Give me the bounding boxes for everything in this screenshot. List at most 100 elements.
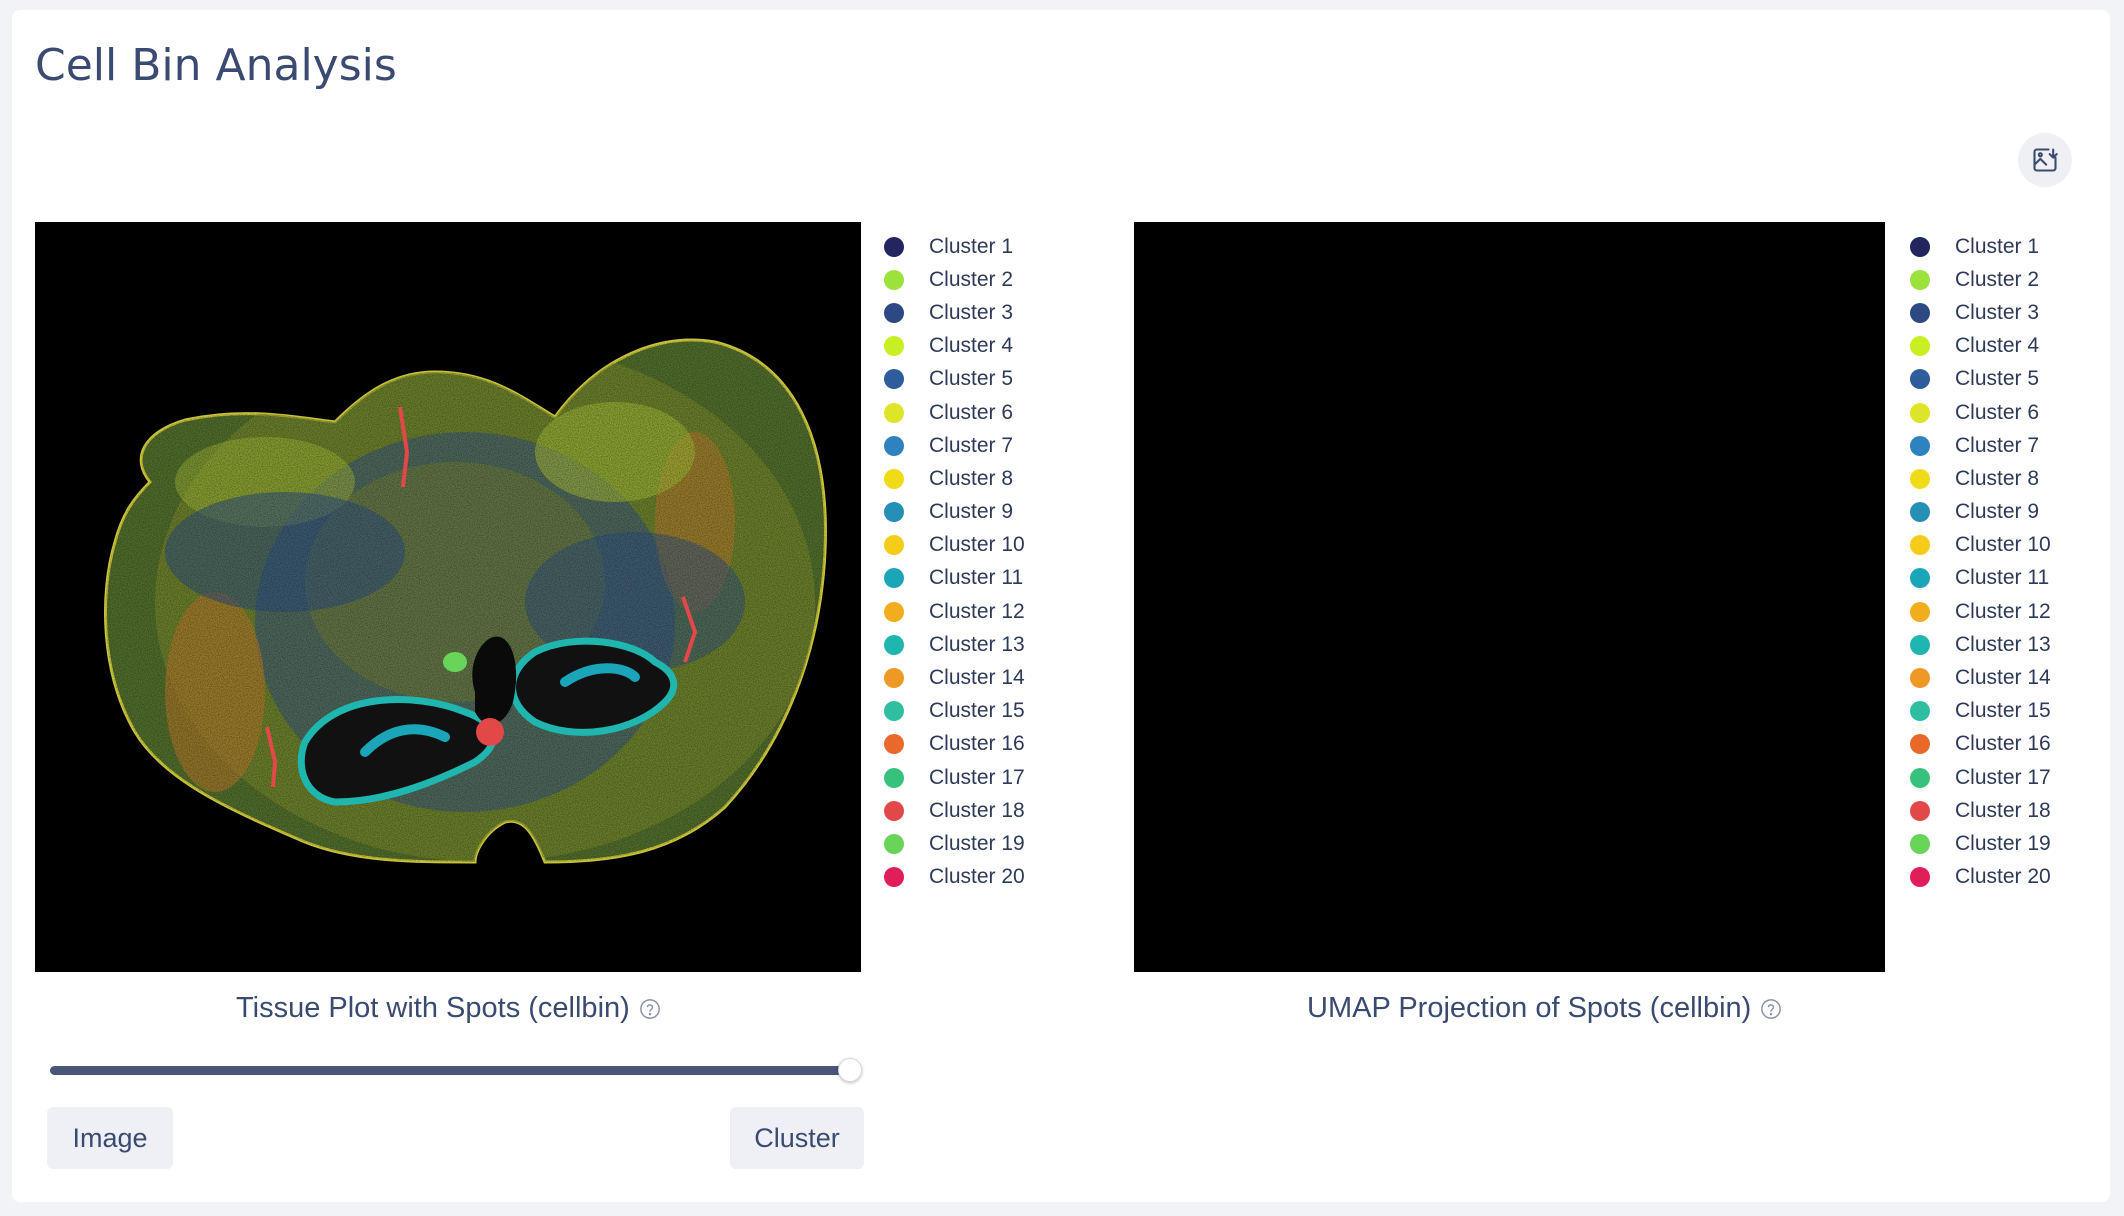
legend-label: Cluster 3 xyxy=(1955,300,2040,324)
cluster-button[interactable]: Cluster xyxy=(730,1107,864,1169)
legend-dot xyxy=(1910,833,1930,854)
legend-dot xyxy=(884,767,904,788)
legend-dot xyxy=(884,535,904,556)
legend-item[interactable]: Cluster 17 xyxy=(884,761,1025,794)
legend-label: Cluster 19 xyxy=(929,831,1025,855)
legend-item[interactable]: Cluster 18 xyxy=(884,794,1025,827)
legend-dot xyxy=(884,435,904,456)
legend-item[interactable]: Cluster 8 xyxy=(1910,462,2051,495)
legend-item[interactable]: Cluster 19 xyxy=(884,827,1025,860)
umap-plot[interactable] xyxy=(1134,222,1885,972)
legend-label: Cluster 9 xyxy=(1955,500,2040,524)
legend-label: Cluster 2 xyxy=(1955,267,2040,291)
umap-plot-title: UMAP Projection of Spots (cellbin) xyxy=(1307,992,1752,1024)
legend-item[interactable]: Cluster 2 xyxy=(1910,263,2051,296)
legend-item[interactable]: Cluster 4 xyxy=(884,330,1025,363)
legend-label: Cluster 12 xyxy=(1955,599,2051,623)
legend-label: Cluster 8 xyxy=(1955,466,2040,490)
legend-dot xyxy=(1910,634,1930,655)
legend-dot xyxy=(1910,302,1930,323)
legend-label: Cluster 5 xyxy=(929,367,1014,391)
legend-item[interactable]: Cluster 13 xyxy=(884,628,1025,661)
legend-item[interactable]: Cluster 15 xyxy=(884,695,1025,728)
legend-dot xyxy=(1910,269,1930,290)
legend-label: Cluster 1 xyxy=(929,234,1014,258)
legend-item[interactable]: Cluster 10 xyxy=(884,529,1025,562)
legend-dot xyxy=(884,269,904,290)
legend-item[interactable]: Cluster 14 xyxy=(1910,661,2051,694)
legend-item[interactable]: Cluster 2 xyxy=(884,263,1025,296)
legend-item[interactable]: Cluster 9 xyxy=(884,496,1025,529)
legend-item[interactable]: Cluster 11 xyxy=(1910,562,2051,595)
legend-item[interactable]: Cluster 7 xyxy=(884,429,1025,462)
legend-item[interactable]: Cluster 13 xyxy=(1910,628,2051,661)
legend-item[interactable]: Cluster 5 xyxy=(884,363,1025,396)
legend-item[interactable]: Cluster 16 xyxy=(1910,728,2051,761)
legend-item[interactable]: Cluster 4 xyxy=(1910,330,2051,363)
umap-legend: Cluster 1 Cluster 2 Cluster 3 Cluster 4 … xyxy=(1910,230,2051,894)
legend-label: Cluster 11 xyxy=(1955,566,2050,590)
legend-item[interactable]: Cluster 14 xyxy=(884,661,1025,694)
legend-dot xyxy=(884,867,904,888)
slider-handle[interactable] xyxy=(838,1058,862,1082)
legend-item[interactable]: Cluster 11 xyxy=(884,562,1025,595)
legend-label: Cluster 13 xyxy=(1955,632,2051,656)
legend-item[interactable]: Cluster 10 xyxy=(1910,529,2051,562)
tissue-plot[interactable] xyxy=(35,222,861,972)
legend-item[interactable]: Cluster 3 xyxy=(884,296,1025,329)
legend-item[interactable]: Cluster 15 xyxy=(1910,695,2051,728)
legend-item[interactable]: Cluster 9 xyxy=(1910,496,2051,529)
legend-label: Cluster 7 xyxy=(929,433,1014,457)
umap-plot-caption: UMAP Projection of Spots (cellbin) xyxy=(1307,992,1782,1025)
legend-label: Cluster 17 xyxy=(929,765,1025,789)
tissue-plot-caption: Tissue Plot with Spots (cellbin) xyxy=(236,992,661,1025)
help-icon[interactable] xyxy=(1760,998,1782,1020)
legend-dot xyxy=(884,369,904,390)
legend-item[interactable]: Cluster 1 xyxy=(1910,230,2051,263)
legend-label: Cluster 16 xyxy=(1955,732,2051,756)
legend-item[interactable]: Cluster 16 xyxy=(884,728,1025,761)
legend-dot xyxy=(884,336,904,357)
legend-dot xyxy=(884,236,904,257)
legend-label: Cluster 9 xyxy=(929,500,1014,524)
legend-item[interactable]: Cluster 20 xyxy=(884,861,1025,894)
legend-item[interactable]: Cluster 17 xyxy=(1910,761,2051,794)
legend-label: Cluster 14 xyxy=(1955,666,2051,690)
legend-item[interactable]: Cluster 6 xyxy=(884,396,1025,429)
legend-item[interactable]: Cluster 12 xyxy=(1910,595,2051,628)
legend-label: Cluster 8 xyxy=(929,466,1014,490)
legend-dot xyxy=(884,734,904,755)
legend-item[interactable]: Cluster 1 xyxy=(884,230,1025,263)
legend-dot xyxy=(884,833,904,854)
legend-dot xyxy=(884,668,904,689)
legend-dot xyxy=(884,634,904,655)
legend-item[interactable]: Cluster 3 xyxy=(1910,296,2051,329)
legend-label: Cluster 6 xyxy=(1955,400,2040,424)
slider-fill xyxy=(50,1066,850,1075)
umap-clusters xyxy=(1180,267,1834,925)
legend-item[interactable]: Cluster 19 xyxy=(1910,827,2051,860)
legend-item[interactable]: Cluster 18 xyxy=(1910,794,2051,827)
tissue-section xyxy=(103,338,827,864)
legend-item[interactable]: Cluster 7 xyxy=(1910,429,2051,462)
image-download-icon xyxy=(2033,148,2058,172)
legend-dot xyxy=(884,302,904,323)
image-cluster-blend-slider[interactable] xyxy=(50,1058,863,1082)
legend-dot xyxy=(884,568,904,589)
legend-label: Cluster 10 xyxy=(1955,533,2051,557)
legend-item[interactable]: Cluster 6 xyxy=(1910,396,2051,429)
legend-item[interactable]: Cluster 8 xyxy=(884,462,1025,495)
legend-item[interactable]: Cluster 5 xyxy=(1910,363,2051,396)
legend-dot xyxy=(884,701,904,722)
legend-label: Cluster 20 xyxy=(1955,865,2051,889)
export-image-button[interactable] xyxy=(2018,133,2072,187)
legend-dot xyxy=(1910,701,1930,722)
legend-dot xyxy=(1910,535,1930,556)
legend-item[interactable]: Cluster 20 xyxy=(1910,861,2051,894)
legend-item[interactable]: Cluster 12 xyxy=(884,595,1025,628)
help-icon[interactable] xyxy=(639,998,661,1020)
legend-label: Cluster 5 xyxy=(1955,367,2040,391)
legend-label: Cluster 10 xyxy=(929,533,1025,557)
legend-label: Cluster 12 xyxy=(929,599,1025,623)
image-button[interactable]: Image xyxy=(47,1107,173,1169)
